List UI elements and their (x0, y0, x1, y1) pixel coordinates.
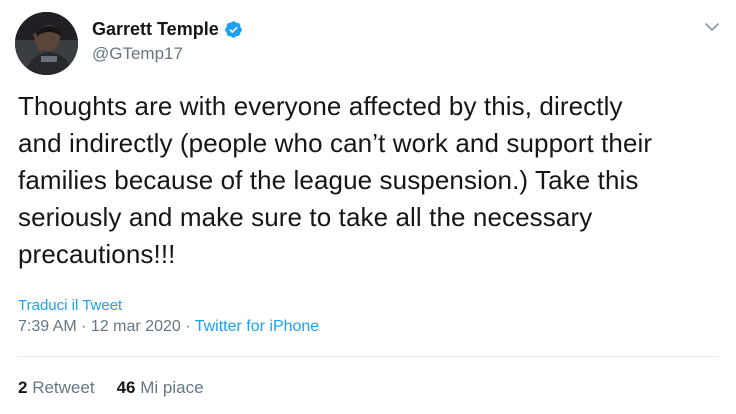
likes-label: Mi piace (140, 378, 204, 397)
tweet-text-line: Thoughts are with everyone affected by t… (18, 91, 623, 121)
tweet-time[interactable]: 7:39 AM (18, 318, 77, 335)
tweet-metadata: 7:39 AM · 12 mar 2020 · Twitter for iPho… (18, 318, 319, 336)
retweets-label: Retweet (32, 378, 95, 397)
user-header: Garrett Temple @GTemp17 (92, 16, 243, 64)
verified-badge-icon (224, 20, 243, 39)
tweet-text: Thoughts are with everyone affected by t… (18, 88, 728, 273)
avatar-photo (15, 12, 78, 75)
avatar[interactable] (15, 12, 78, 75)
retweets-stat[interactable]: 2 Retweet (18, 378, 95, 397)
display-name[interactable]: Garrett Temple (92, 19, 219, 40)
divider (18, 356, 718, 357)
tweet-text-line: seriously and make sure to take all the … (18, 202, 593, 232)
retweets-count: 2 (18, 378, 28, 397)
tweet-source-link[interactable]: Twitter for iPhone (195, 318, 320, 335)
tweet-text-line: precautions!!! (18, 239, 176, 269)
tweet-date[interactable]: 12 mar 2020 (91, 318, 181, 335)
likes-stat[interactable]: 46 Mi piace (117, 378, 204, 397)
tweet-card: Garrett Temple @GTemp17 Thoughts are wit… (0, 0, 736, 414)
tweet-text-line: families because of the league suspensio… (18, 165, 639, 195)
meta-separator: · (76, 318, 91, 335)
tweet-text-line: and indirectly (people who can’t work an… (18, 128, 653, 158)
translate-tweet-link[interactable]: Traduci il Tweet (18, 297, 122, 314)
name-row: Garrett Temple (92, 16, 243, 42)
likes-count: 46 (116, 378, 136, 397)
chevron-down-icon[interactable] (704, 20, 720, 32)
meta-separator: · (180, 318, 195, 335)
engagement-stats: 2 Retweet 46 Mi piace (18, 378, 204, 398)
user-handle[interactable]: @GTemp17 (92, 44, 243, 64)
